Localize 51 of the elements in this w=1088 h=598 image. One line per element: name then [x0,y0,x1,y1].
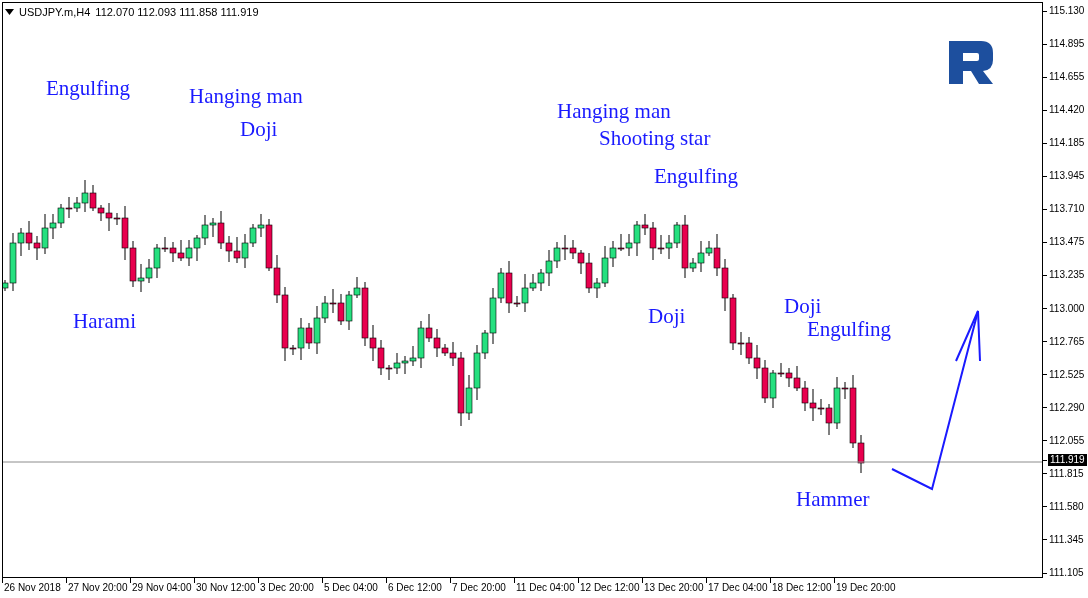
pattern-label: Hammer [796,487,870,511]
time-tick: 27 Nov 20:00 [68,582,128,594]
time-tick: 18 Dec 12:00 [772,582,832,594]
current-price-label: 111.919 [1048,454,1087,466]
pattern-label: Engulfing [46,76,130,100]
time-tick: 30 Nov 12:00 [196,582,256,594]
price-value: 111.919 [220,5,259,20]
time-tick: 26 Nov 2018 [4,582,61,594]
price-tick: 111.815 [1049,467,1084,480]
time-tick: 6 Dec 12:00 [388,582,442,594]
price-tick: 114.895 [1049,38,1085,51]
time-tick: 29 Nov 04:00 [132,582,192,594]
price-tick: 111.580 [1049,500,1084,513]
time-tick: 12 Dec 12:00 [580,582,640,594]
price-tick: 114.185 [1049,137,1085,150]
pattern-label: Hanging man [557,99,671,123]
price-tick: 113.235 [1049,269,1085,282]
pattern-label: Doji [240,117,278,141]
price-tick: 112.055 [1049,434,1085,447]
price-value: 112.093 [137,5,177,20]
pattern-label: Hanging man [189,84,303,108]
price-tick: 113.000 [1049,302,1085,315]
price-value: 112.070 [95,5,135,20]
price-tick: 115.130 [1049,5,1085,17]
time-tick: 19 Dec 20:00 [836,582,896,594]
pattern-label: Doji [784,294,822,318]
price-tick: 112.290 [1049,401,1085,414]
pattern-label: Doji [648,304,686,328]
price-tick: 111.345 [1049,533,1084,546]
price-tick: 113.475 [1049,236,1085,249]
time-tick: 11 Dec 04:00 [516,582,575,594]
time-tick: 13 Dec 20:00 [644,582,704,594]
price-tick: 111.105 [1049,567,1084,579]
time-tick: 3 Dec 20:00 [260,582,314,594]
price-tick: 114.655 [1049,71,1085,84]
price-tick: 112.765 [1049,335,1085,348]
time-tick: 5 Dec 04:00 [324,582,378,594]
time-tick: 7 Dec 20:00 [452,582,506,594]
pattern-label: Engulfing [807,317,891,341]
time-tick: 17 Dec 04:00 [708,582,768,594]
triangle-icon[interactable] [5,9,14,16]
price-value: 111.858 [179,5,218,20]
price-tick: 112.525 [1049,368,1085,381]
price-tick: 114.420 [1049,104,1085,117]
pattern-label: Harami [73,309,136,333]
pattern-label: Engulfing [654,164,738,188]
symbol-label: USDJPY.m,H4 [19,5,91,20]
logo-icon [949,41,993,84]
price-tick: 113.710 [1049,203,1085,216]
price-tick: 113.945 [1049,170,1085,183]
pattern-label: Shooting star [599,126,711,150]
